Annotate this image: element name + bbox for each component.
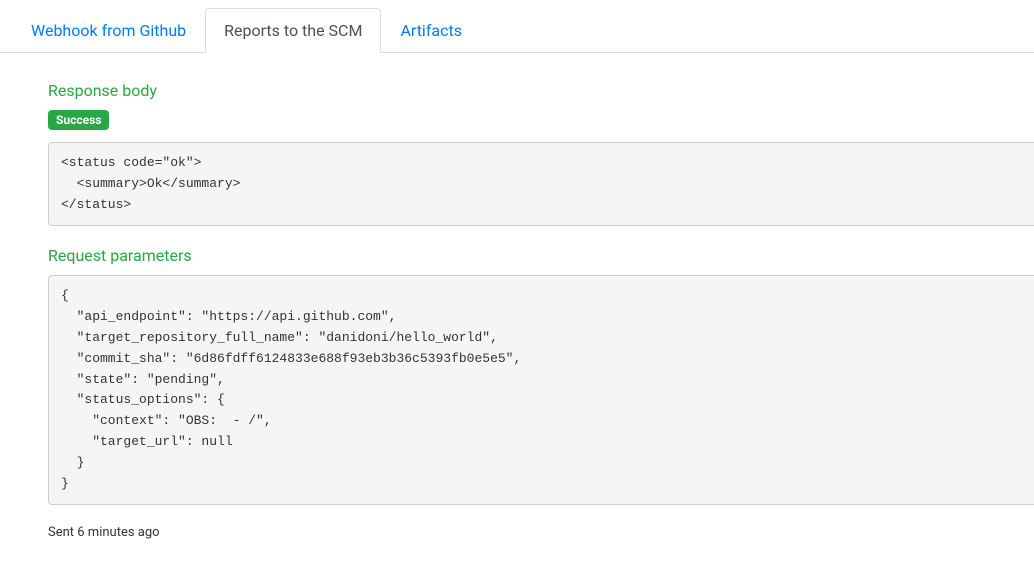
tab-bar: Webhook from Github Reports to the SCM A… [0, 0, 1034, 53]
tab-webhook[interactable]: Webhook from Github [12, 8, 205, 53]
tab-content: Response body Success <status code="ok">… [0, 53, 1034, 540]
response-body-heading: Response body [48, 81, 1034, 100]
tab-artifacts[interactable]: Artifacts [381, 8, 481, 53]
request-parameters-code: { "api_endpoint": "https://api.github.co… [48, 275, 1034, 505]
request-parameters-heading: Request parameters [48, 246, 1034, 265]
tab-reports[interactable]: Reports to the SCM [205, 8, 381, 53]
response-body-code: <status code="ok"> <summary>Ok</summary>… [48, 142, 1034, 226]
sent-timestamp: Sent 6 minutes ago [48, 525, 1034, 540]
status-badge: Success [48, 110, 109, 130]
